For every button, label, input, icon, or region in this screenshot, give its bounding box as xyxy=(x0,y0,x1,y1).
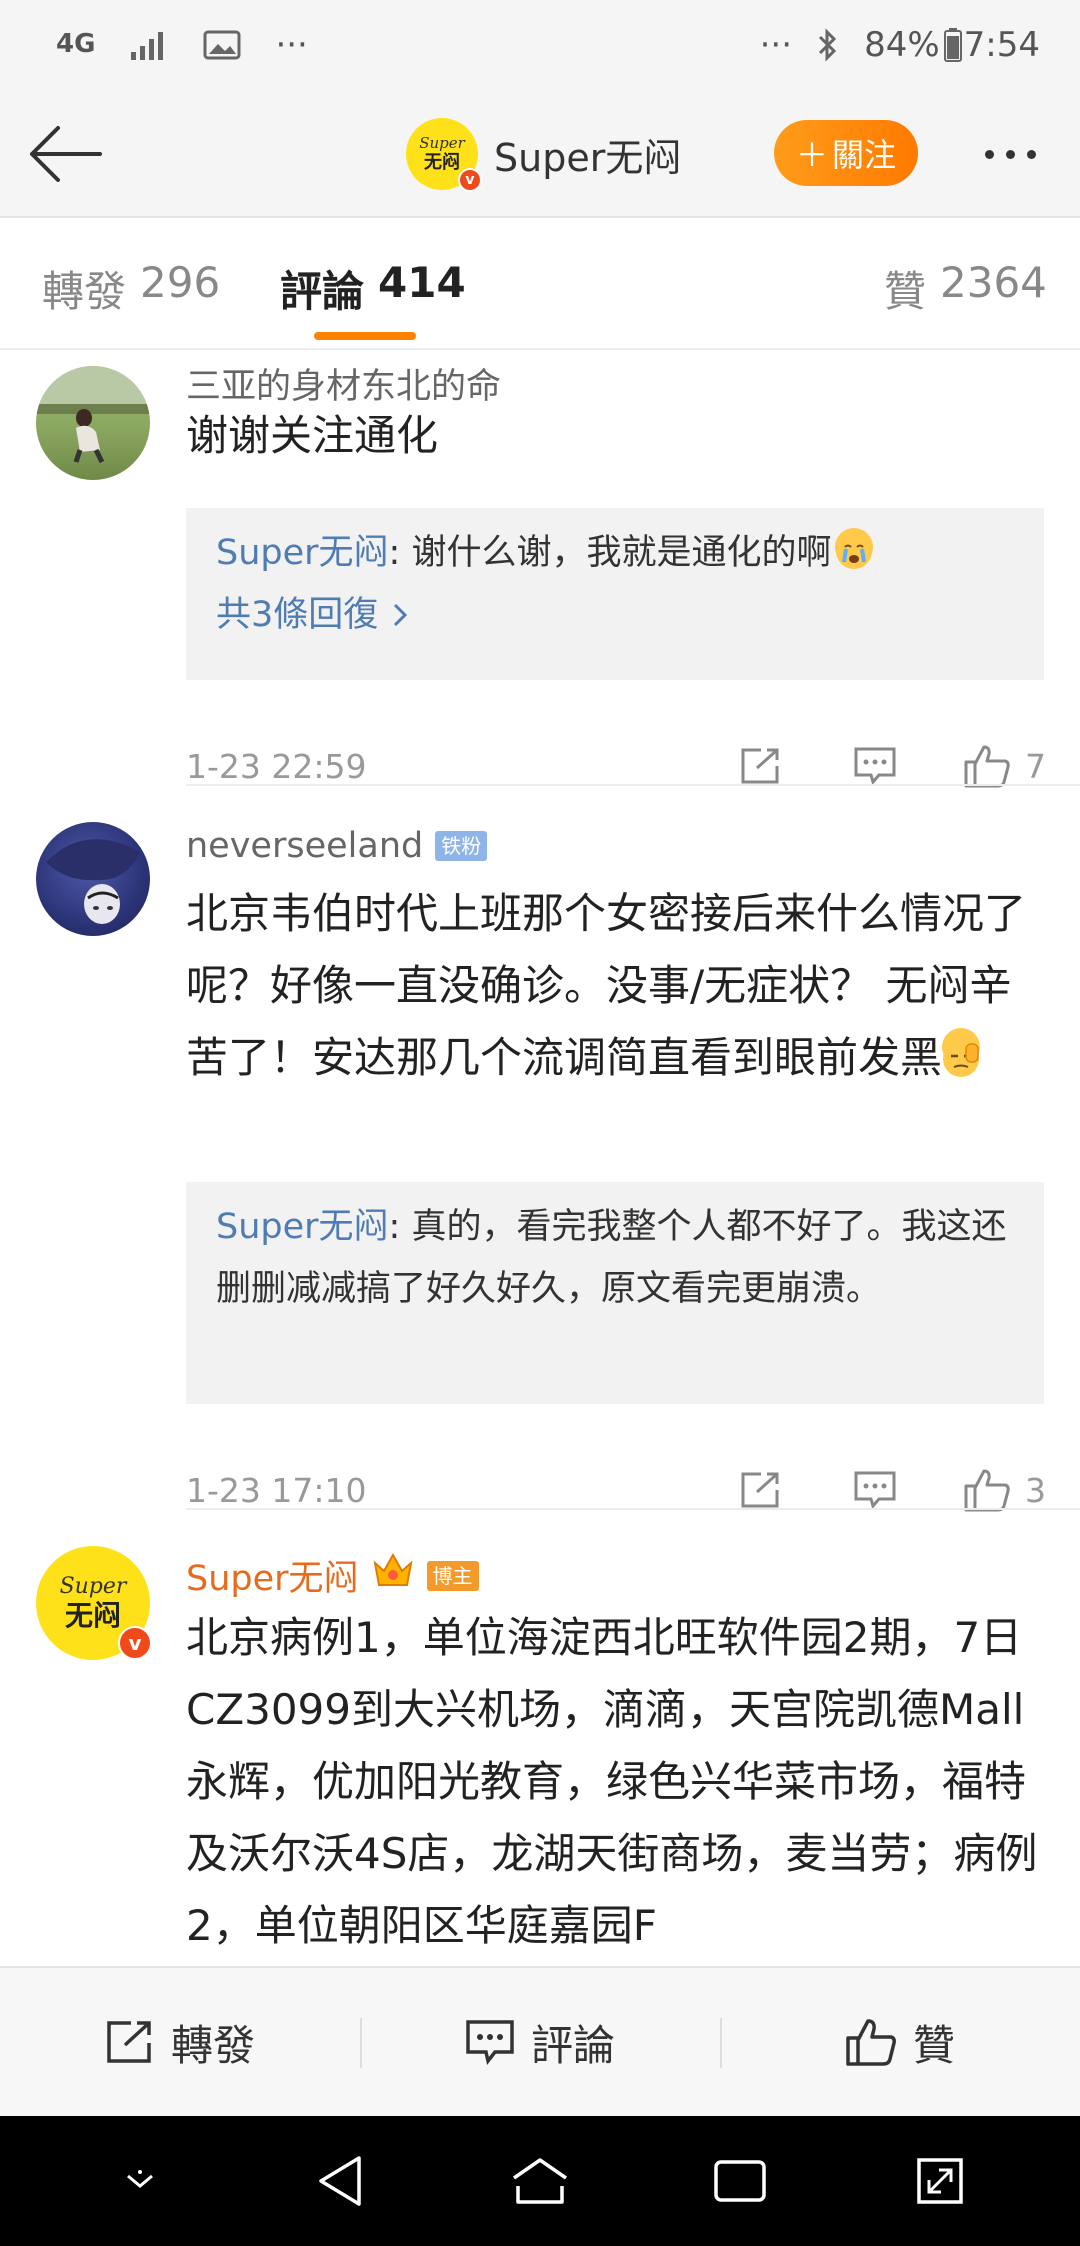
crown-vip-icon xyxy=(371,1551,415,1600)
more-dot xyxy=(1005,149,1015,159)
avatar-photo xyxy=(46,839,140,924)
like-post-button[interactable]: 贊 xyxy=(720,1968,1080,2116)
reply-preview[interactable]: Super无闷: 真的，看完我整个人都不好了。我这还删删减减搞了好久好久，原文看… xyxy=(186,1182,1044,1404)
back-triangle-icon xyxy=(319,2156,361,2206)
reply-comment-button[interactable] xyxy=(845,746,905,786)
nav-hide-button[interactable] xyxy=(95,2136,185,2226)
verified-badge-icon: v xyxy=(458,168,482,192)
reply-text: 谢什么谢，我就是通化的啊 xyxy=(411,533,832,573)
comment-icon xyxy=(854,747,896,786)
author-avatar[interactable]: Super 无闷 v xyxy=(36,1546,152,1660)
commenter-name-row: neverseeland 铁粉 xyxy=(186,826,488,866)
system-nav-bar xyxy=(0,2116,1080,2246)
back-button[interactable] xyxy=(26,116,106,192)
notification-overflow: ··· xyxy=(275,25,308,65)
commenter-avatar[interactable] xyxy=(36,822,150,936)
nav-back-button[interactable] xyxy=(295,2136,385,2226)
thumbs-up-icon xyxy=(964,745,1010,788)
signal-icon xyxy=(129,30,169,60)
network-4g-icon: 4G xyxy=(56,29,96,60)
reply-comment-button[interactable] xyxy=(845,1470,905,1510)
commenter-name[interactable]: Super无闷 xyxy=(186,1550,359,1601)
image-notification-icon xyxy=(203,30,241,60)
more-dots-icon xyxy=(984,149,994,159)
comment-text: 谢谢关注通化 xyxy=(186,411,439,460)
like-count: 7 xyxy=(1025,746,1046,786)
comment-icon xyxy=(854,1471,896,1510)
commenter-name-row: Super无闷 博主 xyxy=(186,1550,479,1601)
active-tab-indicator xyxy=(314,332,416,340)
avatar-photo xyxy=(36,366,150,464)
profile-header[interactable]: Super 无闷 v Super无闷 xyxy=(406,118,681,192)
thumbs-up-icon xyxy=(964,1469,1010,1512)
battery-percent: 84% xyxy=(864,25,940,65)
tab-comments[interactable]: 評論 414 xyxy=(280,258,466,319)
nav-recents-button[interactable] xyxy=(695,2136,785,2226)
bluetooth-icon xyxy=(816,27,840,63)
comment-text: 北京病例1，单位海淀西北旺软件园2期，7日CZ3099到大兴机场，滴滴，天宫院凯… xyxy=(186,1613,1038,1950)
nav-home-button[interactable] xyxy=(495,2136,585,2226)
recents-icon xyxy=(714,2160,766,2202)
comment-time: 1-23 22:59 xyxy=(186,746,367,786)
comment-divider xyxy=(186,1508,1080,1510)
comment-button[interactable]: 評論 xyxy=(360,1968,720,2116)
thumbs-up-icon xyxy=(846,2019,896,2066)
host-badge: 博主 xyxy=(426,1560,479,1591)
comment-divider xyxy=(186,784,1080,786)
status-bar: 4G ··· ··· 84% 7:54 xyxy=(0,0,1080,90)
reply-author[interactable]: Super无闷 xyxy=(216,1207,389,1247)
reply-author[interactable]: Super无闷 xyxy=(216,533,389,573)
profile-name[interactable]: Super无闷 xyxy=(494,127,681,182)
status-overflow-right: ··· xyxy=(759,25,793,65)
reply-preview[interactable]: Super无闷: 谢什么谢，我就是通化的啊 共3條回復 xyxy=(186,508,1044,680)
verified-badge-icon: v xyxy=(118,1626,152,1660)
clock: 7:54 xyxy=(963,25,1040,65)
comment-text: 北京韦伯时代上班那个女密接后来什么情况了呢？好像一直没确诊。没事/无症状？ 无闷… xyxy=(186,889,1027,1082)
battery-icon xyxy=(943,28,962,62)
commenter-avatar[interactable] xyxy=(36,366,150,480)
follow-button[interactable]: ＋ 關注 xyxy=(774,120,918,186)
plus-icon: ＋ xyxy=(795,137,828,173)
chevron-right-icon xyxy=(394,603,408,627)
share-icon xyxy=(741,748,779,784)
share-icon xyxy=(741,1472,779,1508)
nav-expand-button[interactable] xyxy=(895,2136,985,2226)
profile-avatar[interactable]: Super 无闷 v xyxy=(406,118,482,192)
comment-time: 1-23 17:10 xyxy=(186,1470,367,1510)
expand-icon xyxy=(917,2158,963,2204)
tab-likes[interactable]: 贊 2364 xyxy=(884,258,1047,319)
repost-button[interactable]: 轉發 xyxy=(0,1968,360,2116)
app-header: Super 无闷 v Super无闷 ＋ 關注 xyxy=(0,90,1080,218)
back-arrow-icon xyxy=(30,126,102,182)
like-count: 3 xyxy=(1025,1470,1046,1510)
reply-line: Super无闷: 真的，看完我整个人都不好了。我这还删删减减搞了好久好久，原文看… xyxy=(216,1207,1007,1309)
bottom-action-bar: 轉發 評論 贊 xyxy=(0,1966,1080,2116)
chevron-down-icon xyxy=(127,2170,153,2188)
repost-icon xyxy=(107,2021,151,2063)
facepalm-emoji-icon xyxy=(942,1028,981,1077)
comment-footer: 1-23 17:10 3 xyxy=(186,1460,1046,1520)
share-button[interactable] xyxy=(731,1470,791,1510)
reply-line: Super无闷: 谢什么谢，我就是通化的啊 xyxy=(216,522,1014,584)
like-button[interactable]: 7 xyxy=(963,744,1046,788)
comment-footer: 1-23 22:59 7 xyxy=(186,736,1046,796)
tab-bar: 轉發 296 評論 414 贊 2364 xyxy=(0,218,1080,350)
view-replies-link[interactable]: 共3條回復 xyxy=(216,584,1014,646)
more-dot xyxy=(1026,149,1036,159)
home-icon xyxy=(513,2158,567,2204)
fan-badge: 铁粉 xyxy=(435,831,488,861)
commenter-name[interactable]: neverseeland xyxy=(186,826,423,866)
like-button[interactable]: 3 xyxy=(963,1468,1046,1512)
crying-emoji-icon xyxy=(835,528,874,569)
share-button[interactable] xyxy=(731,746,791,786)
more-options-button[interactable] xyxy=(970,126,1050,182)
comment-icon xyxy=(466,2020,514,2065)
tab-reposts[interactable]: 轉發 296 xyxy=(42,258,220,319)
